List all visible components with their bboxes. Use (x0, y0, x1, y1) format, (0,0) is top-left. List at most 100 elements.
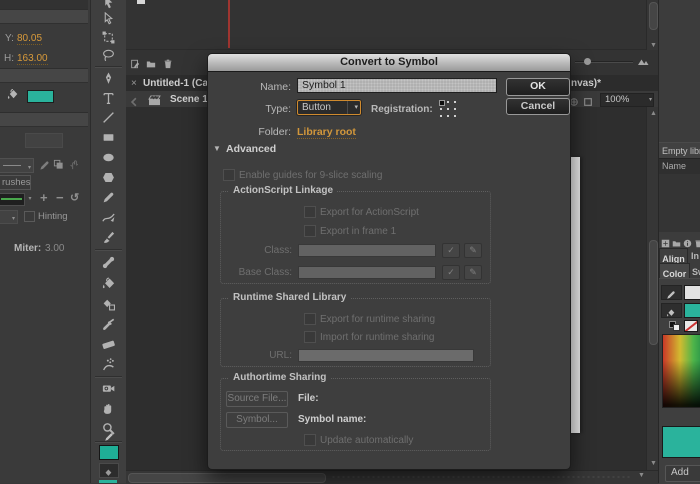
edit-class-button[interactable]: ✎ (464, 243, 482, 258)
copy-style-icon[interactable] (53, 157, 64, 175)
scroll-right-arrow[interactable]: ▼ (638, 472, 645, 479)
brushes-button[interactable]: rushes (0, 175, 31, 190)
document-tab-right[interactable]: nvas)* (571, 78, 601, 89)
hinting-dropdown[interactable]: ▾ (0, 210, 18, 224)
library-name-header[interactable]: Name (659, 158, 700, 175)
rectangle-tool[interactable] (91, 129, 126, 145)
stroke-color-swatch[interactable] (684, 285, 700, 300)
polystar-tool[interactable] (91, 169, 126, 185)
ink-bottle-tool[interactable] (91, 296, 126, 312)
paintbrush-tool[interactable] (91, 229, 126, 245)
deco-brush-tool[interactable] (91, 209, 126, 225)
fill-color-swatch[interactable] (27, 90, 54, 103)
type-dropdown[interactable]: Button ▾ (297, 100, 361, 115)
source-file-button[interactable]: Source File... (226, 391, 288, 407)
edit-base-class-button[interactable]: ✎ (464, 265, 482, 280)
ok-button[interactable]: OK (506, 78, 570, 96)
name-input[interactable]: Symbol 1 (297, 78, 497, 93)
zoom-control[interactable]: 100% ▾ (600, 93, 654, 107)
update-auto-checkbox[interactable] (304, 434, 316, 446)
h-value[interactable]: 163.00 (17, 53, 48, 65)
oval-tool[interactable] (91, 149, 126, 165)
zoom-value: 100% (605, 94, 629, 106)
miter-value[interactable]: 3.00 (45, 243, 64, 254)
class-input[interactable] (298, 244, 436, 257)
brush-dropdown-arrow[interactable]: ▾ (25, 193, 35, 206)
no-color-swatch[interactable] (684, 320, 698, 332)
fill-bucket-icon[interactable] (6, 88, 20, 106)
swap-colors-button[interactable] (99, 463, 119, 478)
fill-color-chip[interactable] (99, 445, 119, 460)
stroke-style-dropdown[interactable]: ▾ (0, 158, 34, 173)
registration-grid[interactable] (439, 100, 456, 117)
enable-guides-checkbox[interactable] (223, 169, 235, 181)
pencil-tool[interactable] (91, 189, 126, 205)
paint-bucket-tool[interactable] (91, 275, 126, 291)
base-class-input[interactable] (298, 266, 436, 279)
fill-color-swatch[interactable] (684, 303, 700, 318)
eraser-tool[interactable] (91, 336, 126, 352)
dialog-title-bar[interactable]: Convert to Symbol (208, 54, 570, 72)
pen-tool[interactable] (91, 70, 126, 86)
library-status: Empty libra (659, 142, 700, 159)
subselection-tool[interactable] (91, 10, 126, 26)
remove-brush-button[interactable]: − (56, 190, 64, 205)
tab-align[interactable]: Align (659, 248, 688, 263)
url-input[interactable] (298, 349, 474, 362)
add-button[interactable]: Add (665, 465, 700, 482)
stroke-color-button[interactable] (661, 285, 682, 300)
color-picker-gradient[interactable] (662, 334, 700, 408)
folder-link[interactable]: Library root (297, 126, 356, 139)
type-label: Type: (228, 103, 291, 115)
brush-preview-swatch[interactable] (0, 193, 25, 206)
reset-brush-button[interactable]: ↺ (70, 191, 79, 204)
text-tool[interactable] (91, 90, 126, 106)
cancel-button[interactable]: Cancel (506, 98, 570, 115)
edit-stroke-icon[interactable] (39, 158, 50, 176)
fill-color-button[interactable] (661, 303, 682, 318)
new-folder-icon[interactable] (146, 56, 156, 74)
playhead[interactable] (228, 0, 230, 48)
advanced-label[interactable]: Advanced (226, 143, 276, 155)
selection-tool[interactable] (91, 0, 126, 10)
section-header[interactable] (0, 112, 88, 127)
export-as-checkbox[interactable] (304, 206, 316, 218)
line-tool[interactable] (91, 109, 126, 125)
new-layer-icon[interactable] (130, 56, 140, 74)
add-brush-button[interactable]: + (40, 190, 48, 205)
section-header[interactable] (0, 9, 88, 24)
timeline-marker (137, 0, 145, 4)
tab-swatches[interactable]: Sw (692, 267, 700, 277)
library-list[interactable] (659, 174, 700, 232)
pressure-icon[interactable] (69, 157, 80, 175)
delete-layer-icon[interactable] (163, 56, 173, 74)
horizontal-scrollbar[interactable]: ▼ (126, 470, 658, 484)
advanced-collapse-arrow[interactable]: ▼ (213, 144, 221, 153)
export-frame-checkbox[interactable] (304, 225, 316, 237)
bw-swatch-icon[interactable] (669, 321, 679, 330)
zoom-tool[interactable] (91, 420, 126, 436)
eyedropper-tool[interactable] (91, 316, 126, 332)
validate-base-class-button[interactable]: ✓ (442, 265, 460, 280)
timeline-zoom-handle[interactable] (584, 58, 591, 65)
scene-label[interactable]: Scene 1 (170, 94, 208, 105)
import-sharing-checkbox[interactable] (304, 331, 316, 343)
class-label: Class: (229, 245, 292, 256)
stroke-size-field[interactable] (25, 133, 63, 148)
validate-class-button[interactable]: ✓ (442, 243, 460, 258)
spray-brush-tool[interactable] (91, 356, 126, 372)
hinting-checkbox[interactable] (24, 211, 35, 222)
lasso-tool[interactable] (91, 47, 126, 63)
y-value[interactable]: 80.05 (17, 33, 42, 45)
hand-tool[interactable] (91, 400, 126, 416)
bone-tool[interactable] (91, 254, 126, 270)
tab-close-icon[interactable]: × (131, 78, 137, 89)
free-transform-tool[interactable] (91, 29, 126, 45)
symbol-button[interactable]: Symbol... (226, 412, 288, 428)
current-color-swatch[interactable] (662, 426, 700, 458)
section-header[interactable] (0, 68, 88, 83)
tab-color[interactable]: Color (659, 263, 690, 279)
tab-info[interactable]: In (691, 251, 699, 261)
camera-tool[interactable] (91, 380, 126, 396)
export-sharing-checkbox[interactable] (304, 313, 316, 325)
